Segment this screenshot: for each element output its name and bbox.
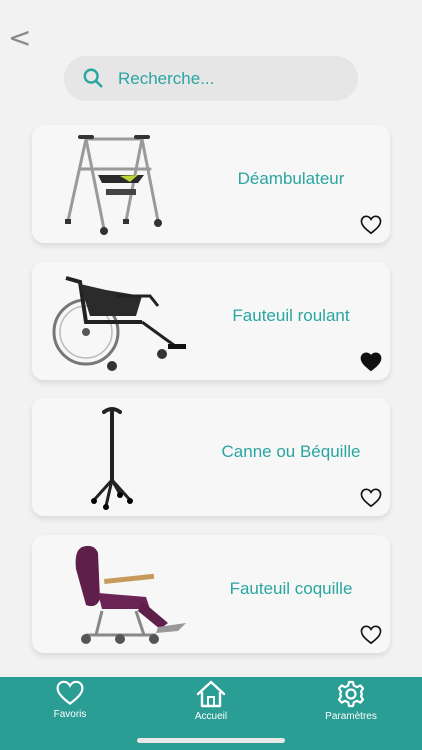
product-card-wheelchair[interactable]: Fauteuil roulant [32, 262, 390, 380]
heart-outline-icon[interactable] [360, 625, 382, 645]
tab-parametres[interactable]: Paramètres [301, 680, 401, 722]
wheelchair-image [52, 276, 186, 371]
product-card-cane[interactable]: Canne ou Béquille [32, 398, 390, 516]
gear-icon [337, 680, 365, 708]
shell-chair-image [75, 545, 186, 644]
product-label: Fauteuil coquille [229, 579, 353, 598]
cane-image [91, 407, 133, 510]
search-icon [83, 68, 103, 88]
back-button[interactable]: < [8, 24, 31, 52]
heart-filled-icon[interactable] [360, 352, 382, 372]
product-label: Déambulateur [237, 169, 345, 188]
tab-label: Favoris [53, 709, 87, 720]
tab-label: Paramètres [325, 711, 377, 722]
heart-outline-icon[interactable] [360, 215, 382, 235]
product-card-walker[interactable]: Déambulateur [32, 125, 390, 243]
product-card-shell-chair[interactable]: Fauteuil coquille [32, 535, 390, 653]
search-bar[interactable] [64, 56, 358, 101]
tab-bar: Favoris Accueil Paramètres [0, 677, 422, 750]
heart-outline-icon[interactable] [360, 488, 382, 508]
home-icon [196, 680, 226, 708]
product-label: Fauteuil roulant [232, 306, 350, 325]
tab-label: Accueil [194, 711, 228, 722]
walker-image [65, 135, 162, 235]
tab-accueil[interactable]: Accueil [161, 680, 261, 722]
search-input[interactable] [118, 56, 348, 101]
heart-icon [56, 680, 84, 705]
home-indicator[interactable] [137, 738, 285, 743]
tab-favoris[interactable]: Favoris [20, 680, 120, 720]
product-label: Canne ou Béquille [221, 442, 361, 461]
